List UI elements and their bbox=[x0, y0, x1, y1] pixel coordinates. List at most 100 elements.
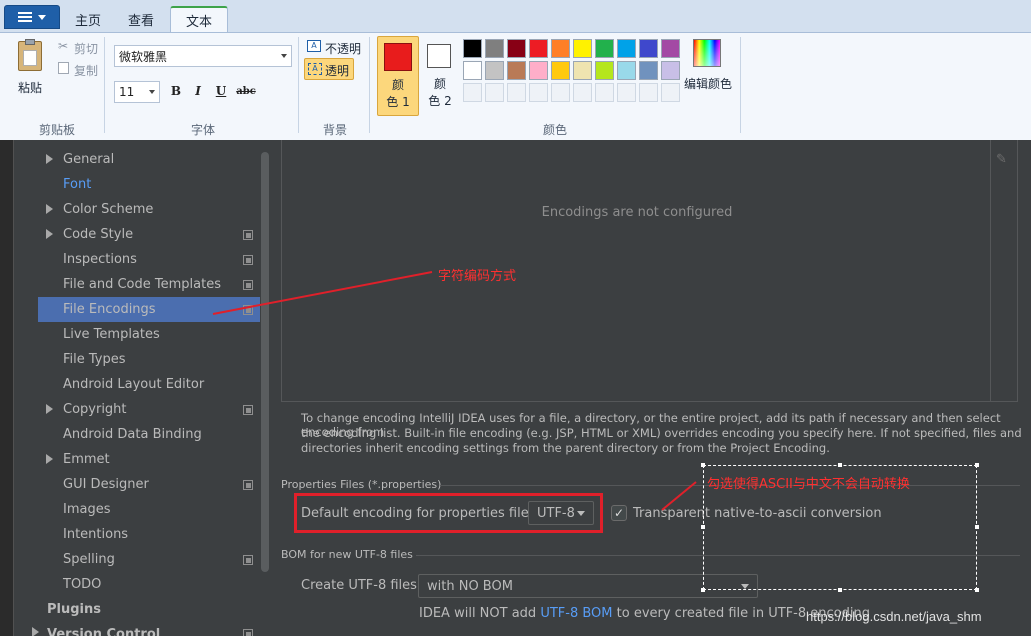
edit-colors-button[interactable]: 编辑颜色 bbox=[682, 39, 734, 95]
custom-color-slot[interactable] bbox=[529, 83, 548, 102]
custom-color-slot[interactable] bbox=[551, 83, 570, 102]
italic-button[interactable]: I bbox=[188, 81, 208, 101]
custom-color-slot[interactable] bbox=[617, 83, 636, 102]
custom-color-slot[interactable] bbox=[639, 83, 658, 102]
chevron-down-icon bbox=[38, 14, 46, 20]
copy-button[interactable]: 复制 bbox=[74, 62, 98, 79]
font-family-select[interactable]: 微软雅黑 bbox=[114, 45, 292, 67]
tree-item[interactable]: TODO bbox=[63, 572, 101, 597]
paste-button[interactable]: 粘贴 bbox=[10, 37, 50, 107]
palette-swatch[interactable] bbox=[661, 61, 680, 80]
color1-button[interactable]: 颜 色 1 bbox=[377, 36, 419, 116]
opaque-button[interactable]: 不透明 bbox=[325, 40, 361, 57]
expand-arrow-icon[interactable] bbox=[46, 154, 53, 164]
opaque-icon: A bbox=[307, 40, 321, 52]
tab-view[interactable]: 查看 bbox=[114, 6, 168, 32]
tree-item[interactable]: Emmet bbox=[63, 447, 110, 472]
transparent-label: 透明 bbox=[325, 64, 350, 78]
palette-swatch[interactable] bbox=[617, 61, 636, 80]
tree-item[interactable]: Copyright bbox=[63, 397, 127, 422]
expand-arrow-icon[interactable] bbox=[46, 404, 53, 414]
palette-swatch[interactable] bbox=[617, 39, 636, 58]
ascii-annotation: 勾选使得ASCII与中文不会自动转换 bbox=[707, 477, 910, 492]
custom-color-slot[interactable] bbox=[595, 83, 614, 102]
strikethrough-button[interactable]: abc bbox=[234, 81, 258, 101]
tree-item[interactable]: Images bbox=[63, 497, 111, 522]
palette-swatch[interactable] bbox=[573, 61, 592, 80]
underline-button[interactable]: U bbox=[211, 81, 231, 101]
expand-arrow-icon[interactable] bbox=[46, 229, 53, 239]
custom-color-slot[interactable] bbox=[507, 83, 526, 102]
expand-arrow-icon[interactable] bbox=[46, 204, 53, 214]
cut-button[interactable]: 剪切 bbox=[74, 40, 98, 57]
palette-swatch[interactable] bbox=[661, 39, 680, 58]
color2-swatch bbox=[427, 44, 451, 68]
checkmark-icon: ✓ bbox=[613, 506, 625, 520]
selection-handle[interactable] bbox=[838, 463, 842, 467]
tree-item[interactable]: Color Scheme bbox=[63, 197, 153, 222]
palette-swatch[interactable] bbox=[463, 61, 482, 80]
selection-handle[interactable] bbox=[701, 588, 705, 592]
tree-item[interactable]: Inspections bbox=[63, 247, 137, 272]
tree-item[interactable]: File Types bbox=[63, 347, 126, 372]
font-size-select[interactable]: 11 bbox=[114, 81, 160, 103]
project-settings-icon bbox=[243, 230, 253, 240]
palette-swatch[interactable] bbox=[551, 61, 570, 80]
tree-item[interactable]: Code Style bbox=[63, 222, 133, 247]
tree-item[interactable]: File and Code Templates bbox=[63, 272, 221, 297]
background-group-label: 背景 bbox=[322, 123, 347, 137]
palette-swatch[interactable] bbox=[485, 61, 504, 80]
palette-swatch[interactable] bbox=[507, 39, 526, 58]
utf8-bom-link[interactable]: UTF-8 BOM bbox=[540, 606, 612, 621]
expand-arrow-icon[interactable] bbox=[46, 454, 53, 464]
sidebar-scrollbar-thumb[interactable] bbox=[261, 152, 269, 572]
tree-item[interactable]: Live Templates bbox=[63, 322, 160, 347]
encodings-table[interactable]: Encodings are not configured bbox=[281, 140, 1018, 402]
project-settings-icon bbox=[243, 305, 253, 315]
custom-color-slot[interactable] bbox=[485, 83, 504, 102]
transparent-button[interactable]: A 透明 bbox=[304, 58, 354, 80]
palette-swatch[interactable] bbox=[595, 39, 614, 58]
create-utf8-label: Create UTF-8 files: bbox=[301, 578, 422, 593]
tree-item[interactable]: Intentions bbox=[63, 522, 128, 547]
tab-home[interactable]: 主页 bbox=[62, 6, 114, 32]
palette-swatch[interactable] bbox=[595, 61, 614, 80]
menu-icon bbox=[18, 12, 32, 22]
tree-item-plugins[interactable]: Plugins bbox=[47, 597, 101, 622]
palette-swatch[interactable] bbox=[463, 39, 482, 58]
bold-button[interactable]: B bbox=[166, 81, 186, 101]
tree-item[interactable]: Font bbox=[63, 172, 91, 197]
file-menu-button[interactable] bbox=[4, 5, 60, 29]
ribbon: 主页 查看 文本 粘贴 ✂ 剪切 复制 剪贴板 微软雅黑 11 B I U ab… bbox=[0, 0, 1031, 140]
selection-handle[interactable] bbox=[701, 525, 705, 529]
selection-handle[interactable] bbox=[838, 588, 842, 592]
tree-item[interactable]: Spelling bbox=[63, 547, 115, 572]
palette-swatch[interactable] bbox=[529, 39, 548, 58]
expand-arrow-icon[interactable] bbox=[32, 627, 39, 636]
selection-handle[interactable] bbox=[975, 463, 979, 467]
tree-item[interactable]: Android Data Binding bbox=[63, 422, 202, 447]
palette-swatch[interactable] bbox=[529, 61, 548, 80]
selection-handle[interactable] bbox=[975, 525, 979, 529]
tree-item[interactable]: GUI Designer bbox=[63, 472, 149, 497]
palette-swatch[interactable] bbox=[573, 39, 592, 58]
tree-item[interactable]: File Encodings bbox=[63, 297, 156, 322]
tab-text[interactable]: 文本 bbox=[170, 6, 228, 32]
selection-handle[interactable] bbox=[701, 463, 705, 467]
palette-swatch[interactable] bbox=[551, 39, 570, 58]
custom-color-slot[interactable] bbox=[661, 83, 680, 102]
tree-item[interactable]: General bbox=[63, 147, 114, 172]
transparent-conversion-checkbox[interactable]: ✓ bbox=[611, 505, 627, 521]
tree-item[interactable]: Android Layout Editor bbox=[63, 372, 204, 397]
description-line-2: the encoding list. Built-in file encodin… bbox=[301, 426, 1022, 440]
custom-color-slot[interactable] bbox=[573, 83, 592, 102]
palette-swatch[interactable] bbox=[485, 39, 504, 58]
palette-swatch[interactable] bbox=[507, 61, 526, 80]
selection-handle[interactable] bbox=[975, 588, 979, 592]
palette-swatch[interactable] bbox=[639, 61, 658, 80]
color2-button[interactable]: 颜 色 2 bbox=[421, 36, 459, 116]
palette-swatch[interactable] bbox=[639, 39, 658, 58]
edit-pencil-icon[interactable]: ✎ bbox=[996, 152, 1007, 167]
custom-color-slot[interactable] bbox=[463, 83, 482, 102]
tree-item-version-control[interactable]: Version Control bbox=[47, 622, 160, 636]
